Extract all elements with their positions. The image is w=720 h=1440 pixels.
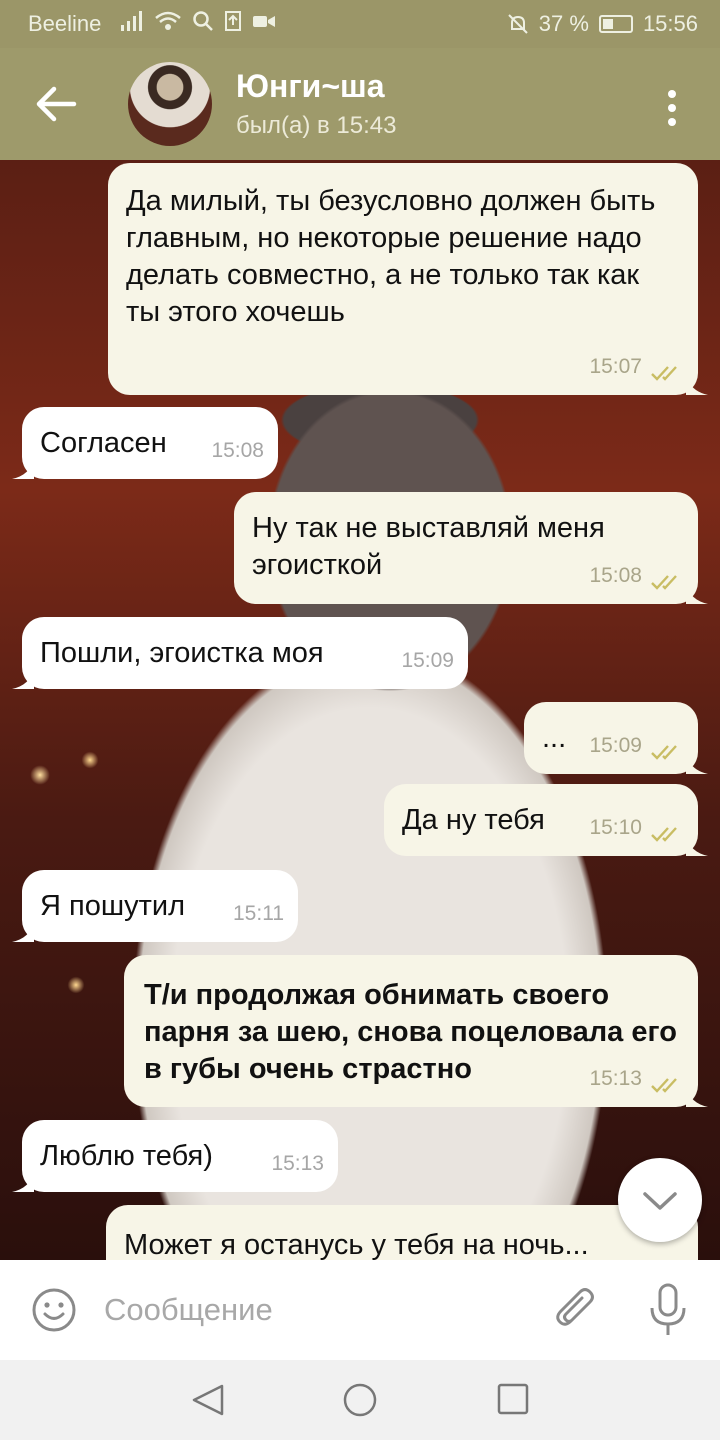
mute-bell-icon: [508, 14, 528, 34]
message-time: 15:09: [589, 734, 642, 757]
more-vert-icon[interactable]: [660, 88, 684, 128]
message-text: Пошли, эгоистка моя: [40, 637, 324, 669]
signal-icon: [121, 11, 142, 31]
bubble-tail: [686, 754, 708, 774]
video-icon: [253, 16, 275, 27]
upload-icon: [225, 11, 241, 31]
bubble-tail: [686, 836, 708, 856]
chat-header: Юнги~ша был(а) в 15:43: [0, 48, 720, 160]
message-text: Да милый, ты безусловно должен быть глав…: [126, 185, 656, 328]
system-nav-bar: [0, 1360, 720, 1440]
wifi-icon: [155, 11, 181, 30]
message-bubble[interactable]: Да милый, ты безусловно должен быть глав…: [108, 163, 708, 395]
read-ticks-icon: [651, 827, 677, 842]
mic-icon[interactable]: [646, 1282, 690, 1338]
message-bubble[interactable]: Согласен 15:08: [12, 407, 278, 479]
read-ticks-icon: [651, 1078, 677, 1093]
message-bubble[interactable]: Люблю тебя) 15:13: [12, 1120, 338, 1192]
battery-icon: [598, 15, 633, 33]
message-time: 15:10: [589, 816, 642, 839]
bubble-tail: [12, 459, 34, 479]
bubble-tail: [12, 922, 34, 942]
chat-title[interactable]: Юнги~ша: [236, 68, 384, 105]
bubble-tail: [686, 375, 708, 395]
battery-fill: [602, 19, 613, 29]
bubble-tail: [12, 669, 34, 689]
message-time: 15:11: [233, 902, 284, 925]
message-time: 15:07: [589, 355, 642, 378]
message-time: 15:08: [211, 439, 264, 462]
message-bubble[interactable]: Может я останусь у тебя на ночь...: [106, 1205, 698, 1260]
message-bubble[interactable]: Ну так не выставляй меня эгоисткой 15:08: [234, 492, 708, 604]
chevron-down-icon: [643, 1192, 677, 1210]
bubble-tail: [686, 584, 708, 604]
avatar[interactable]: [128, 62, 212, 146]
message-time: 15:13: [271, 1152, 324, 1175]
status-bar: Beeline 37 % 15:56: [0, 0, 720, 48]
read-ticks-icon: [651, 745, 677, 760]
message-bubble[interactable]: Т/и продолжая обнимать своего парня за ш…: [124, 955, 708, 1107]
bubble-tail: [12, 1172, 34, 1192]
read-ticks-icon: [651, 575, 677, 590]
back-arrow-icon[interactable]: [34, 84, 78, 124]
last-seen-status: был(а) в 15:43: [236, 112, 397, 139]
message-time: 15:09: [401, 649, 454, 672]
message-bubble[interactable]: Да ну тебя 15:10: [384, 784, 708, 856]
nav-back-icon[interactable]: [188, 1382, 228, 1418]
message-time: 15:08: [589, 564, 642, 587]
read-ticks-icon: [651, 366, 677, 381]
attach-icon[interactable]: [552, 1284, 600, 1336]
scroll-down-button[interactable]: [618, 1158, 702, 1242]
clock: 15:56: [642, 11, 698, 36]
message-time: 15:13: [589, 1067, 642, 1090]
message-input-bar: [0, 1260, 720, 1360]
status-right: 37 % 15:56: [507, 11, 698, 37]
message-input[interactable]: [104, 1282, 524, 1338]
message-bubble[interactable]: Я пошутил 15:11: [12, 870, 298, 942]
bubble-tail: [686, 1087, 708, 1107]
status-icons: [120, 10, 276, 32]
message-text: Может я останусь у тебя на ночь...: [124, 1229, 589, 1260]
battery-percent: 37 %: [538, 11, 589, 36]
nav-home-icon[interactable]: [342, 1382, 378, 1418]
nav-recent-icon[interactable]: [496, 1382, 530, 1416]
chat-messages[interactable]: Да милый, ты безусловно должен быть глав…: [0, 160, 720, 1260]
emoji-icon[interactable]: [30, 1286, 78, 1334]
message-bubble[interactable]: ... 15:09: [524, 702, 708, 774]
carrier-label: Beeline: [28, 11, 102, 36]
message-bubble[interactable]: Пошли, эгоистка моя 15:09: [12, 617, 468, 689]
search-icon: [193, 11, 213, 31]
